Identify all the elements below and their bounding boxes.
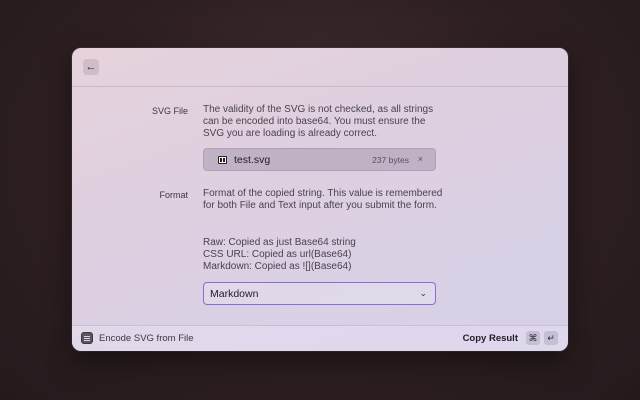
format-help-markdown: Markdown: Copied as ![](Base64) xyxy=(203,261,352,272)
top-bar: ← xyxy=(72,48,568,87)
enter-key-icon: ↵ xyxy=(544,331,558,345)
format-help-css-url: CSS URL: Copied as url(Base64) xyxy=(203,249,352,260)
svg-file-description: The validity of the SVG is not checked, … xyxy=(203,104,434,139)
command-key-icon: ⌘ xyxy=(526,331,540,345)
format-options-help: Raw: Copied as just Base64 string CSS UR… xyxy=(203,237,443,273)
command-title: Encode SVG from File xyxy=(99,333,194,344)
format-description: Format of the copied string. This value … xyxy=(203,188,443,211)
file-name: test.svg xyxy=(234,154,271,166)
command-icon xyxy=(81,332,93,344)
action-bar: Encode SVG from File Copy Result ⌘ ↵ xyxy=(72,325,568,351)
command-window: ← SVG File The validity of the SVG is no… xyxy=(72,48,568,351)
copy-result-button[interactable]: Copy Result xyxy=(463,333,518,344)
remove-file-icon[interactable]: × xyxy=(418,154,423,164)
file-picker[interactable]: test.svg 237 bytes × xyxy=(203,148,436,171)
arrow-left-icon: ← xyxy=(85,60,97,73)
format-select[interactable]: Markdown ⌄ xyxy=(203,282,436,305)
file-size: 237 bytes xyxy=(372,155,409,165)
chevron-down-icon: ⌄ xyxy=(419,288,427,298)
format-help-raw: Raw: Copied as just Base64 string xyxy=(203,237,356,248)
format-label: Format xyxy=(159,190,188,200)
svg-file-icon xyxy=(218,156,227,164)
svg-file-label: SVG File xyxy=(151,106,188,116)
format-select-value: Markdown xyxy=(210,288,259,300)
back-button[interactable]: ← xyxy=(83,59,99,75)
